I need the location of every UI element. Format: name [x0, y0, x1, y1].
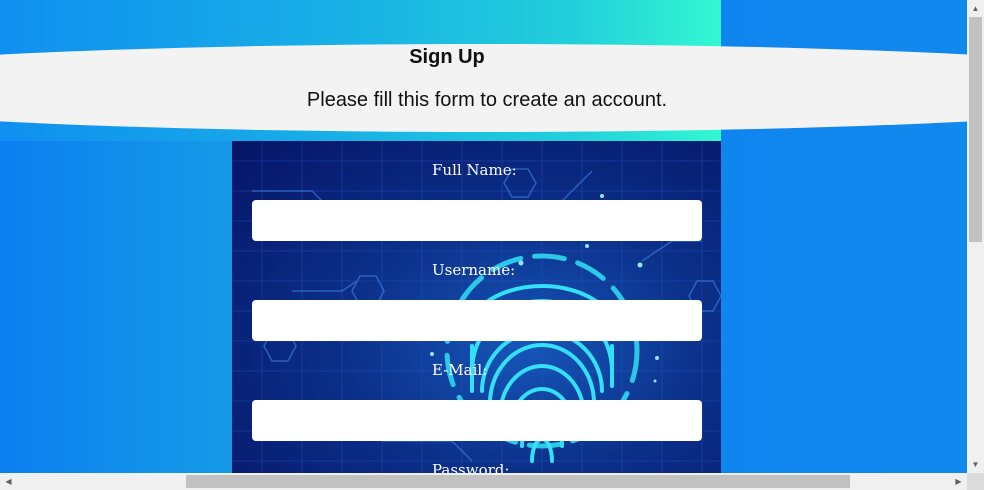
page-subtitle: Please fill this form to create an accou…: [306, 89, 668, 111]
email-input[interactable]: [252, 400, 702, 441]
arrow-down-icon[interactable]: ▼: [967, 456, 984, 473]
arrow-left-icon[interactable]: ◀: [0, 473, 17, 490]
username-label: Username:: [432, 261, 516, 279]
signup-form: Full Name: Username: E-Mail: Password:: [232, 141, 721, 473]
vertical-scrollbar[interactable]: ▲ ▼: [967, 0, 984, 473]
scrollbar-corner: [967, 473, 984, 490]
page-viewport: Sign Up Please fill this form to create …: [0, 0, 967, 473]
vertical-scroll-thumb[interactable]: [969, 17, 982, 242]
horizontal-scroll-thumb[interactable]: [186, 475, 850, 488]
password-label: Password:: [432, 461, 510, 473]
full-name-input[interactable]: [252, 200, 702, 241]
arrow-up-icon[interactable]: ▲: [967, 0, 984, 17]
arrow-right-icon[interactable]: ▶: [950, 473, 967, 490]
full-name-label: Full Name:: [432, 161, 517, 179]
username-input[interactable]: [252, 300, 702, 341]
horizontal-scrollbar[interactable]: ◀ ▶: [0, 473, 967, 490]
email-label: E-Mail:: [432, 361, 488, 379]
page-title: Sign Up: [409, 46, 485, 68]
